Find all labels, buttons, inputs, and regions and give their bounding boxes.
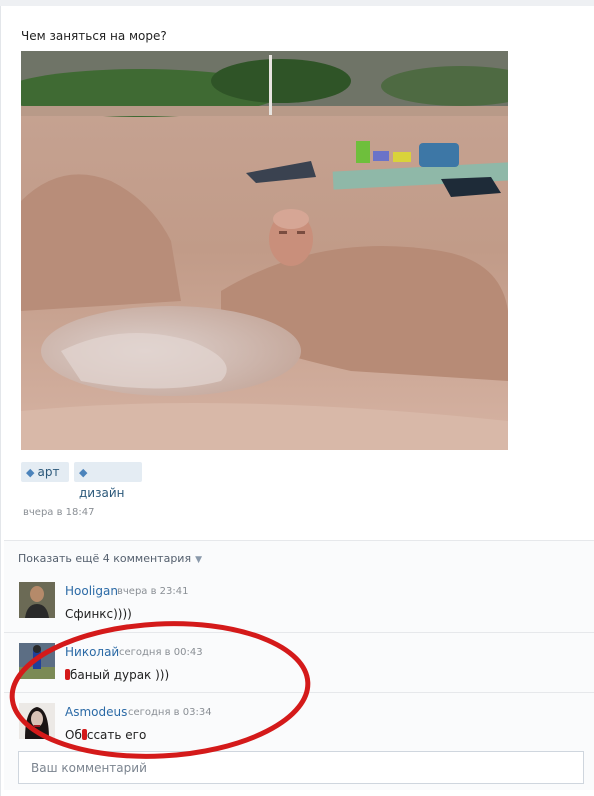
tag-icon: ◆ xyxy=(26,466,35,479)
comment-text: баный дурак ))) xyxy=(65,668,169,682)
comment-item: Hooligan вчера в 23:41 Сфинкс)))) xyxy=(4,582,594,642)
comments-section: Показать ещё 4 комментария ▼ Hooligan вче… xyxy=(4,541,594,790)
tag-design[interactable]: ◆ дизайн xyxy=(74,462,142,500)
tag-icon: ◆ xyxy=(79,466,88,479)
chevron-down-icon: ▼ xyxy=(195,555,202,565)
comment-author[interactable]: Hooligan xyxy=(65,584,118,598)
show-more-comments-link[interactable]: Показать ещё 4 комментария ▼ xyxy=(18,552,202,565)
comment-input-box[interactable] xyxy=(18,751,584,784)
comment-item: Николай сегодня в 00:43 баный дурак ))) xyxy=(4,643,594,703)
tag-label: арт xyxy=(37,465,60,479)
avatar[interactable] xyxy=(19,703,55,739)
comment-separator xyxy=(4,692,594,693)
tag-art[interactable]: ◆ арт xyxy=(21,462,69,482)
comment-separator xyxy=(4,632,594,633)
comment-author[interactable]: Asmodeus xyxy=(65,705,127,719)
comment-text-part: Об xyxy=(65,728,82,742)
comment-text-part: ссать его xyxy=(86,728,147,742)
show-more-label: Показать ещё 4 комментария xyxy=(18,552,192,565)
comment-author[interactable]: Николай xyxy=(65,645,119,659)
comment-time[interactable]: вчера в 23:41 xyxy=(117,586,189,597)
comment-time[interactable]: сегодня в 03:34 xyxy=(128,707,212,718)
post-photo[interactable] xyxy=(21,51,508,450)
avatar[interactable] xyxy=(19,582,55,618)
comment-text: Сфинкс)))) xyxy=(65,607,132,621)
avatar[interactable] xyxy=(19,643,55,679)
comment-time[interactable]: сегодня в 00:43 xyxy=(119,647,203,658)
comment-input[interactable] xyxy=(19,752,583,783)
tag-label: дизайн xyxy=(79,486,125,500)
post-date[interactable]: вчера в 18:47 xyxy=(23,507,95,518)
post-title: Чем заняться на море? xyxy=(21,29,167,43)
comment-text: Об ссать его xyxy=(65,728,146,742)
comment-text-content: баный дурак ))) xyxy=(70,668,170,682)
